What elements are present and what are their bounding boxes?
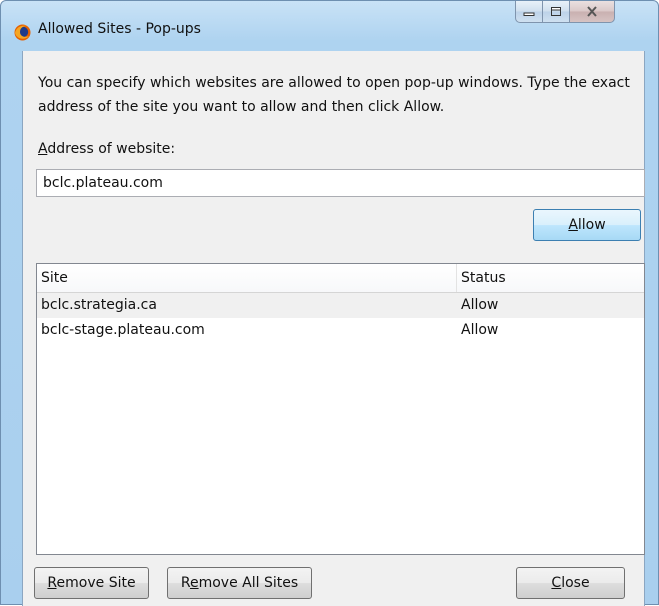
table-row[interactable]: bclc.strategia.ca Allow	[37, 293, 644, 318]
remove-site-text: emove Site	[56, 575, 136, 591]
allow-text: llow	[577, 217, 606, 233]
close-icon	[587, 6, 597, 17]
address-label-mnemonic: A	[38, 141, 48, 157]
close-text: lose	[561, 575, 590, 591]
address-label: Address of website:	[38, 141, 175, 157]
minimize-button[interactable]	[515, 1, 543, 23]
address-label-text: ddress of website:	[47, 141, 176, 157]
allow-mnemonic: A	[568, 217, 578, 233]
allow-button[interactable]: Allow	[533, 209, 641, 241]
title-bar[interactable]: Allowed Sites - Pop-ups	[1, 1, 658, 51]
remove-all-text: move All Sites	[198, 575, 299, 591]
close-window-button[interactable]	[570, 1, 615, 23]
dialog-window: Allowed Sites - Pop-ups You can specify …	[0, 0, 659, 606]
remove-site-label: Remove Site	[42, 572, 140, 594]
maximize-button[interactable]	[543, 1, 570, 23]
remove-all-mnemonic: e	[189, 575, 199, 591]
close-button[interactable]: Close	[516, 567, 625, 599]
site-cell: bclc-stage.plateau.com	[41, 322, 205, 338]
remove-all-label: Remove All Sites	[176, 572, 303, 594]
table-row[interactable]: bclc-stage.plateau.com Allow	[37, 318, 644, 343]
dialog-description: You can specify which websites are allow…	[38, 75, 630, 115]
remove-all-prefix: R	[180, 575, 190, 591]
remove-all-sites-button[interactable]: Remove All Sites	[167, 567, 312, 599]
close-button-label: Close	[546, 572, 594, 594]
status-cell: Allow	[461, 322, 499, 338]
allow-button-label: Allow	[563, 214, 610, 236]
column-header-status[interactable]: Status	[457, 264, 644, 292]
maximize-icon	[551, 7, 561, 16]
address-input[interactable]	[36, 169, 645, 197]
list-header: Site Status	[37, 264, 644, 293]
firefox-icon	[14, 24, 31, 41]
sites-list[interactable]: Site Status bclc.strategia.ca Allow bclc…	[36, 263, 645, 555]
window-title: Allowed Sites - Pop-ups	[38, 21, 201, 37]
status-cell: Allow	[461, 297, 499, 313]
minimize-icon	[523, 12, 535, 16]
remove-site-button[interactable]: Remove Site	[34, 567, 149, 599]
close-mnemonic: C	[551, 575, 562, 591]
site-cell: bclc.strategia.ca	[41, 297, 157, 313]
remove-site-mnemonic: R	[47, 575, 57, 591]
column-header-site[interactable]: Site	[37, 264, 457, 292]
